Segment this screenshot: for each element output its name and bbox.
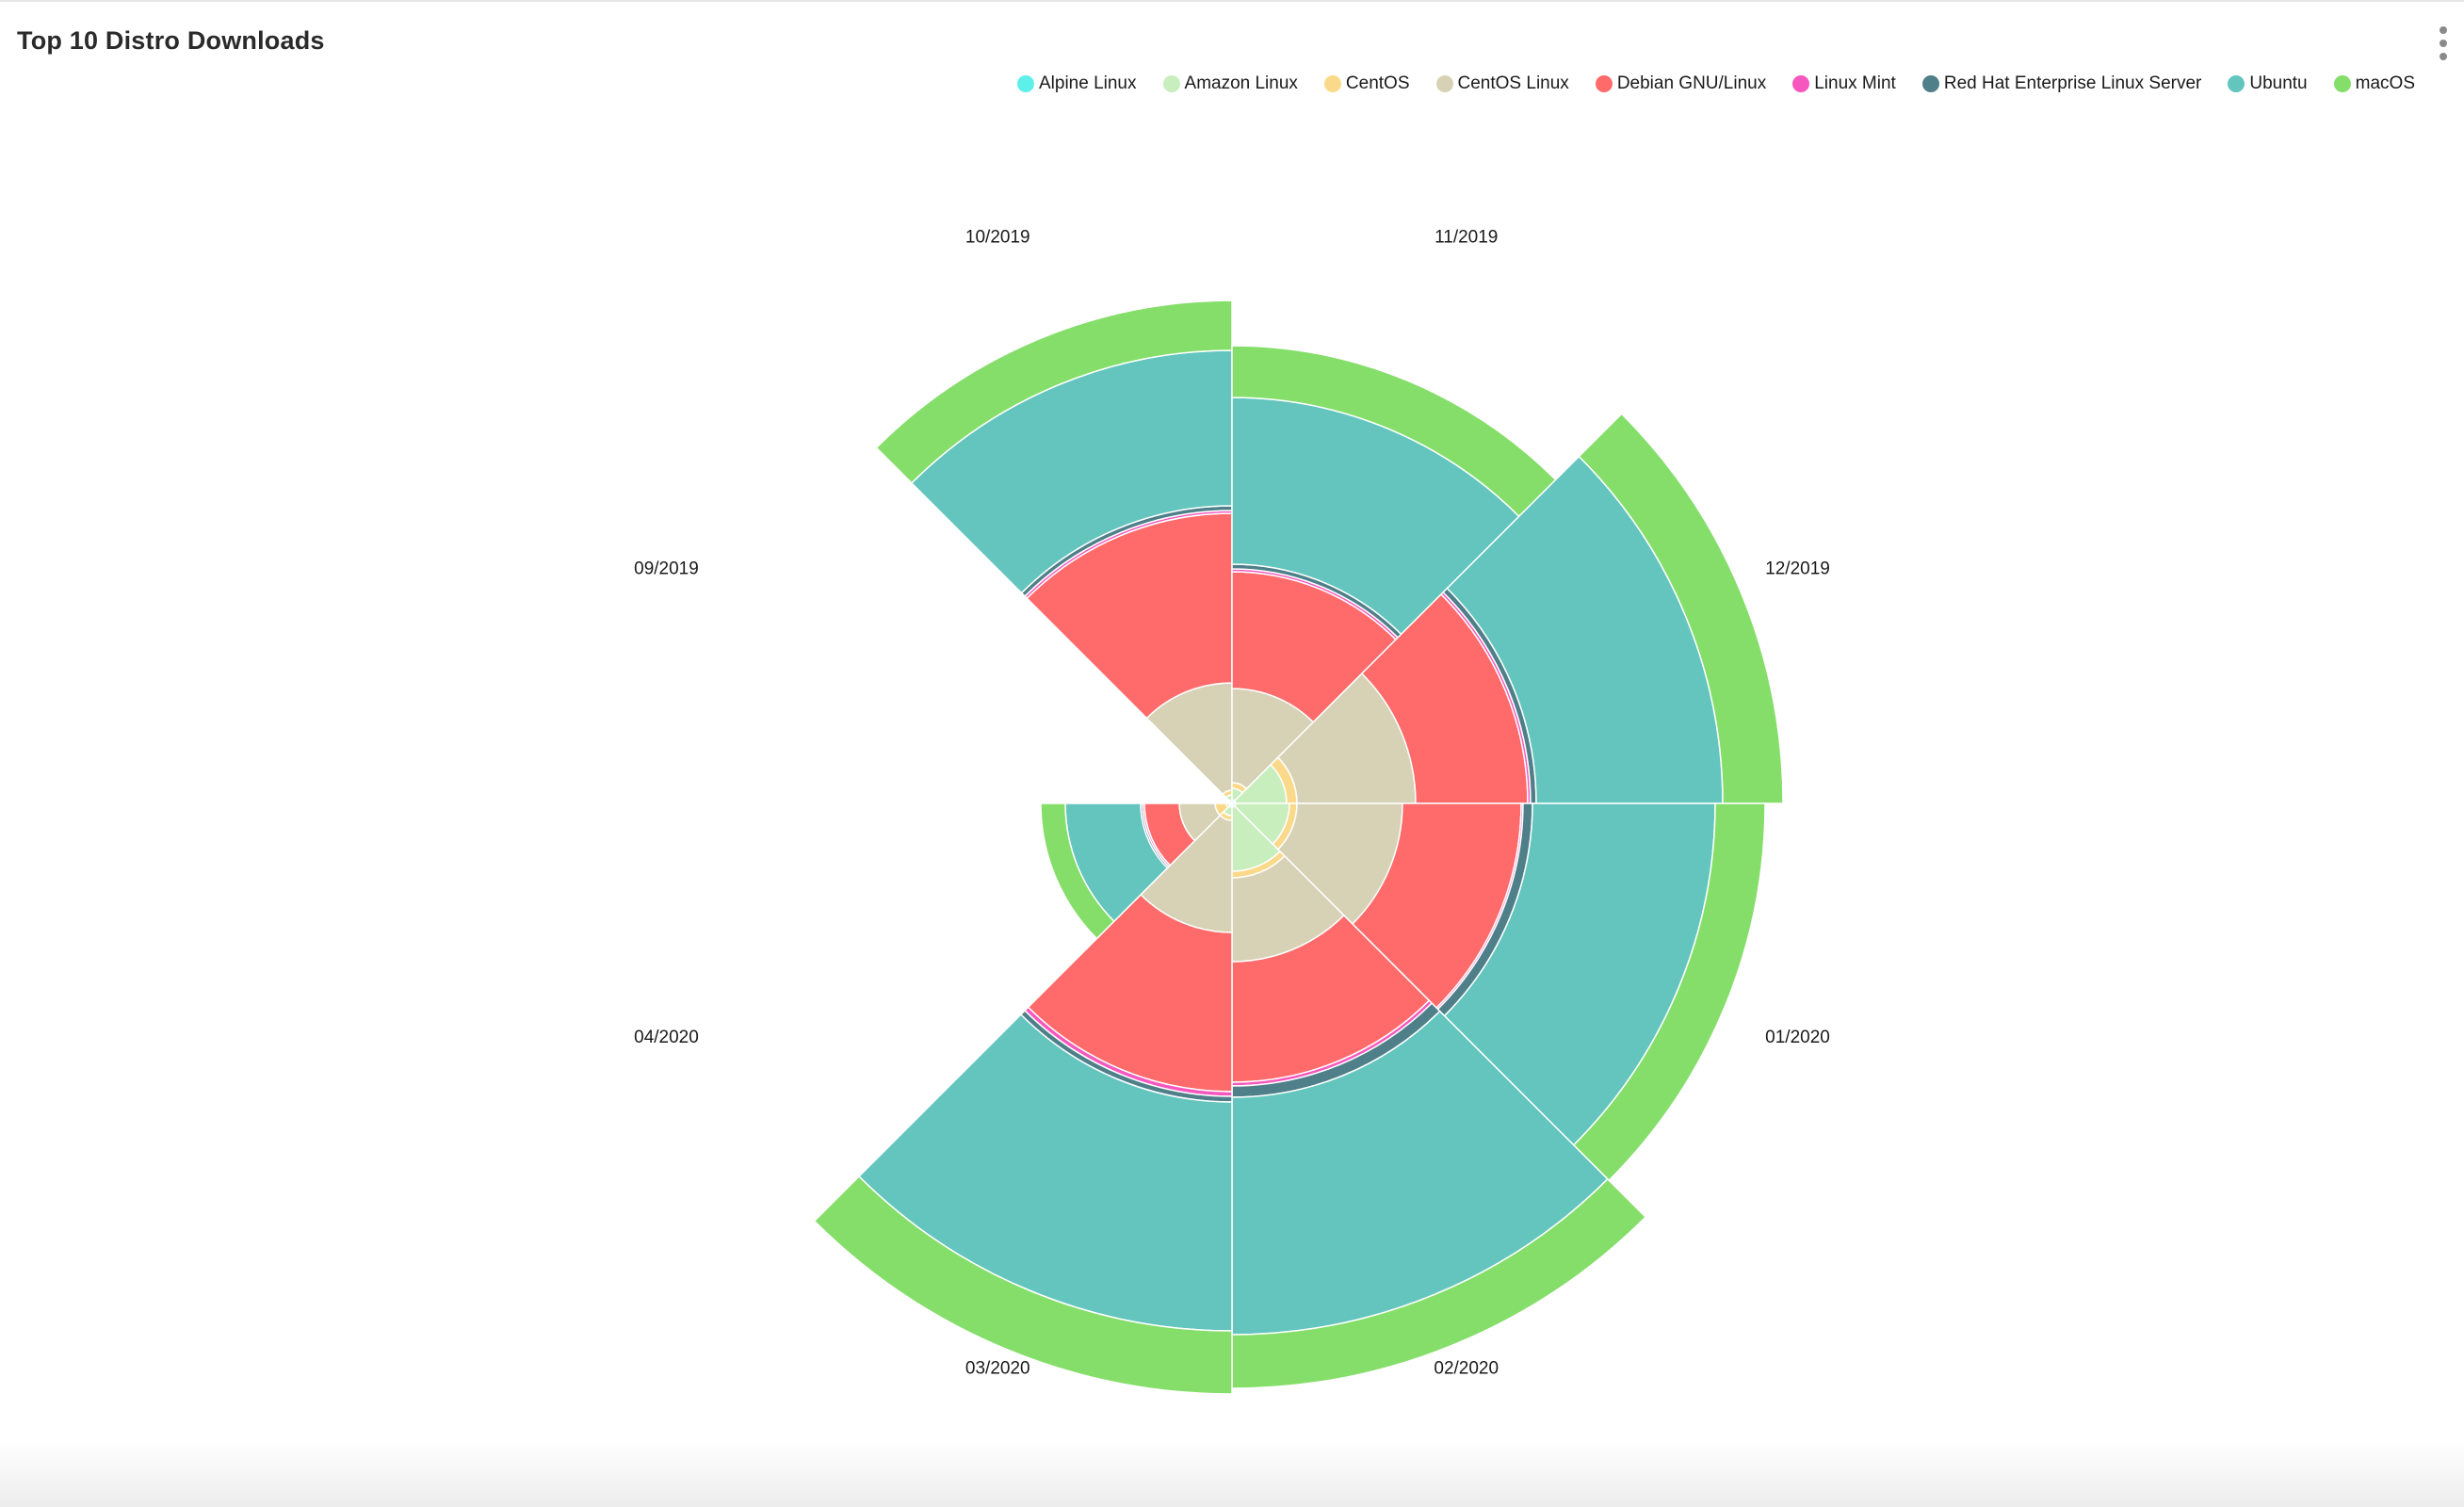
bottom-shade bbox=[0, 1441, 2464, 1507]
angle-label-02-2020: 02/2020 bbox=[1434, 1359, 1499, 1379]
angle-label-12-2019: 12/2019 bbox=[1765, 559, 1830, 578]
angle-label-11-2019: 11/2019 bbox=[1435, 227, 1498, 247]
polar-chart: 09/2019 10/2019 11/2019 12/2019 01/2020 02/20… bbox=[634, 227, 1830, 1395]
angle-label-10-2019: 10/2019 bbox=[965, 227, 1030, 247]
angle-label-03-2020: 03/2020 bbox=[965, 1359, 1030, 1379]
angle-label-01-2020: 01/2020 bbox=[1765, 1028, 1830, 1047]
angle-label-04-2020: 04/2020 bbox=[634, 1028, 699, 1047]
angle-label-09-2019: 09/2019 bbox=[634, 559, 699, 578]
chart-sectors bbox=[813, 300, 1784, 1395]
chart-panel: Top 10 Distro Downloads Alpine Linux Amaz… bbox=[0, 0, 2464, 1507]
